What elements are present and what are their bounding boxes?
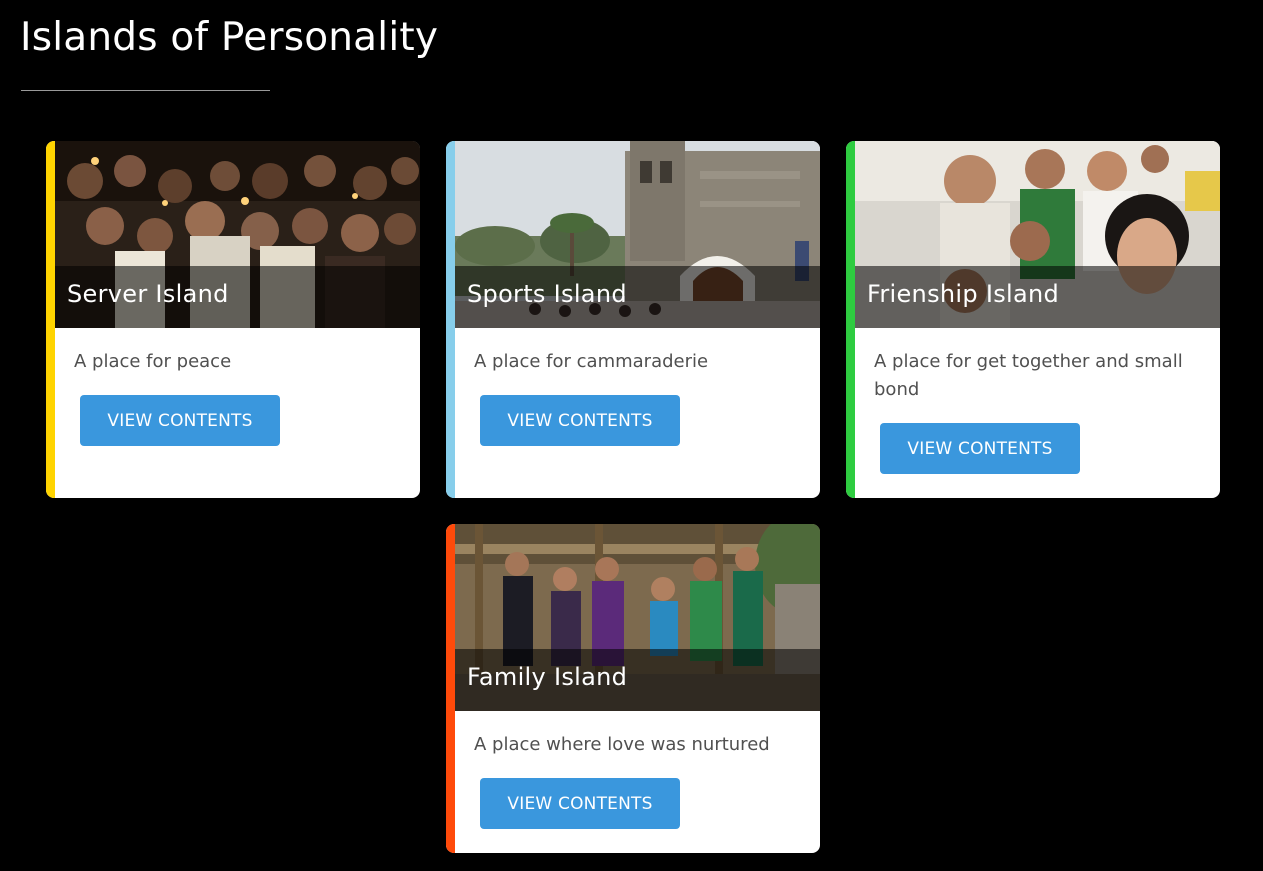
island-card-sports: Sports Island A place for cammaraderie V… — [446, 141, 820, 498]
view-contents-button[interactable]: VIEW CONTENTS — [480, 395, 680, 446]
page: Islands of Personality Server Island A p… — [0, 0, 1263, 871]
title-divider — [21, 90, 270, 91]
card-caption: Server Island — [55, 266, 420, 328]
view-contents-button[interactable]: VIEW CONTENTS — [80, 395, 280, 446]
card-description: A place for peace — [74, 351, 232, 372]
card-accent-bar — [446, 141, 455, 498]
card-title: Server Island — [67, 280, 229, 308]
card-caption: Frienship Island — [855, 266, 1220, 328]
card-title: Sports Island — [467, 280, 627, 308]
stone-church-photo: Sports Island — [455, 141, 820, 328]
family-group-photo: Family Island — [455, 524, 820, 711]
candlelight-mass-photo: Server Island — [55, 141, 420, 328]
island-card-server: Server Island A place for peace VIEW CON… — [46, 141, 420, 498]
card-description: A place where love was nurtured — [474, 734, 770, 755]
island-card-family: Family Island A place where love was nur… — [446, 524, 820, 853]
view-contents-button[interactable]: VIEW CONTENTS — [880, 423, 1080, 474]
island-card-frienship: Frienship Island A place for get togethe… — [846, 141, 1220, 498]
card-title: Frienship Island — [867, 280, 1060, 308]
card-description: A place for get together and small bond — [874, 351, 1183, 400]
page-title: Islands of Personality — [20, 15, 439, 60]
card-accent-bar — [46, 141, 55, 498]
friends-group-selfie-photo: Frienship Island — [855, 141, 1220, 328]
card-title: Family Island — [467, 663, 628, 691]
card-accent-bar — [846, 141, 855, 498]
card-description: A place for cammaraderie — [474, 351, 709, 372]
card-caption: Family Island — [455, 649, 820, 711]
view-contents-button[interactable]: VIEW CONTENTS — [480, 778, 680, 829]
card-accent-bar — [446, 524, 455, 853]
card-caption: Sports Island — [455, 266, 820, 328]
